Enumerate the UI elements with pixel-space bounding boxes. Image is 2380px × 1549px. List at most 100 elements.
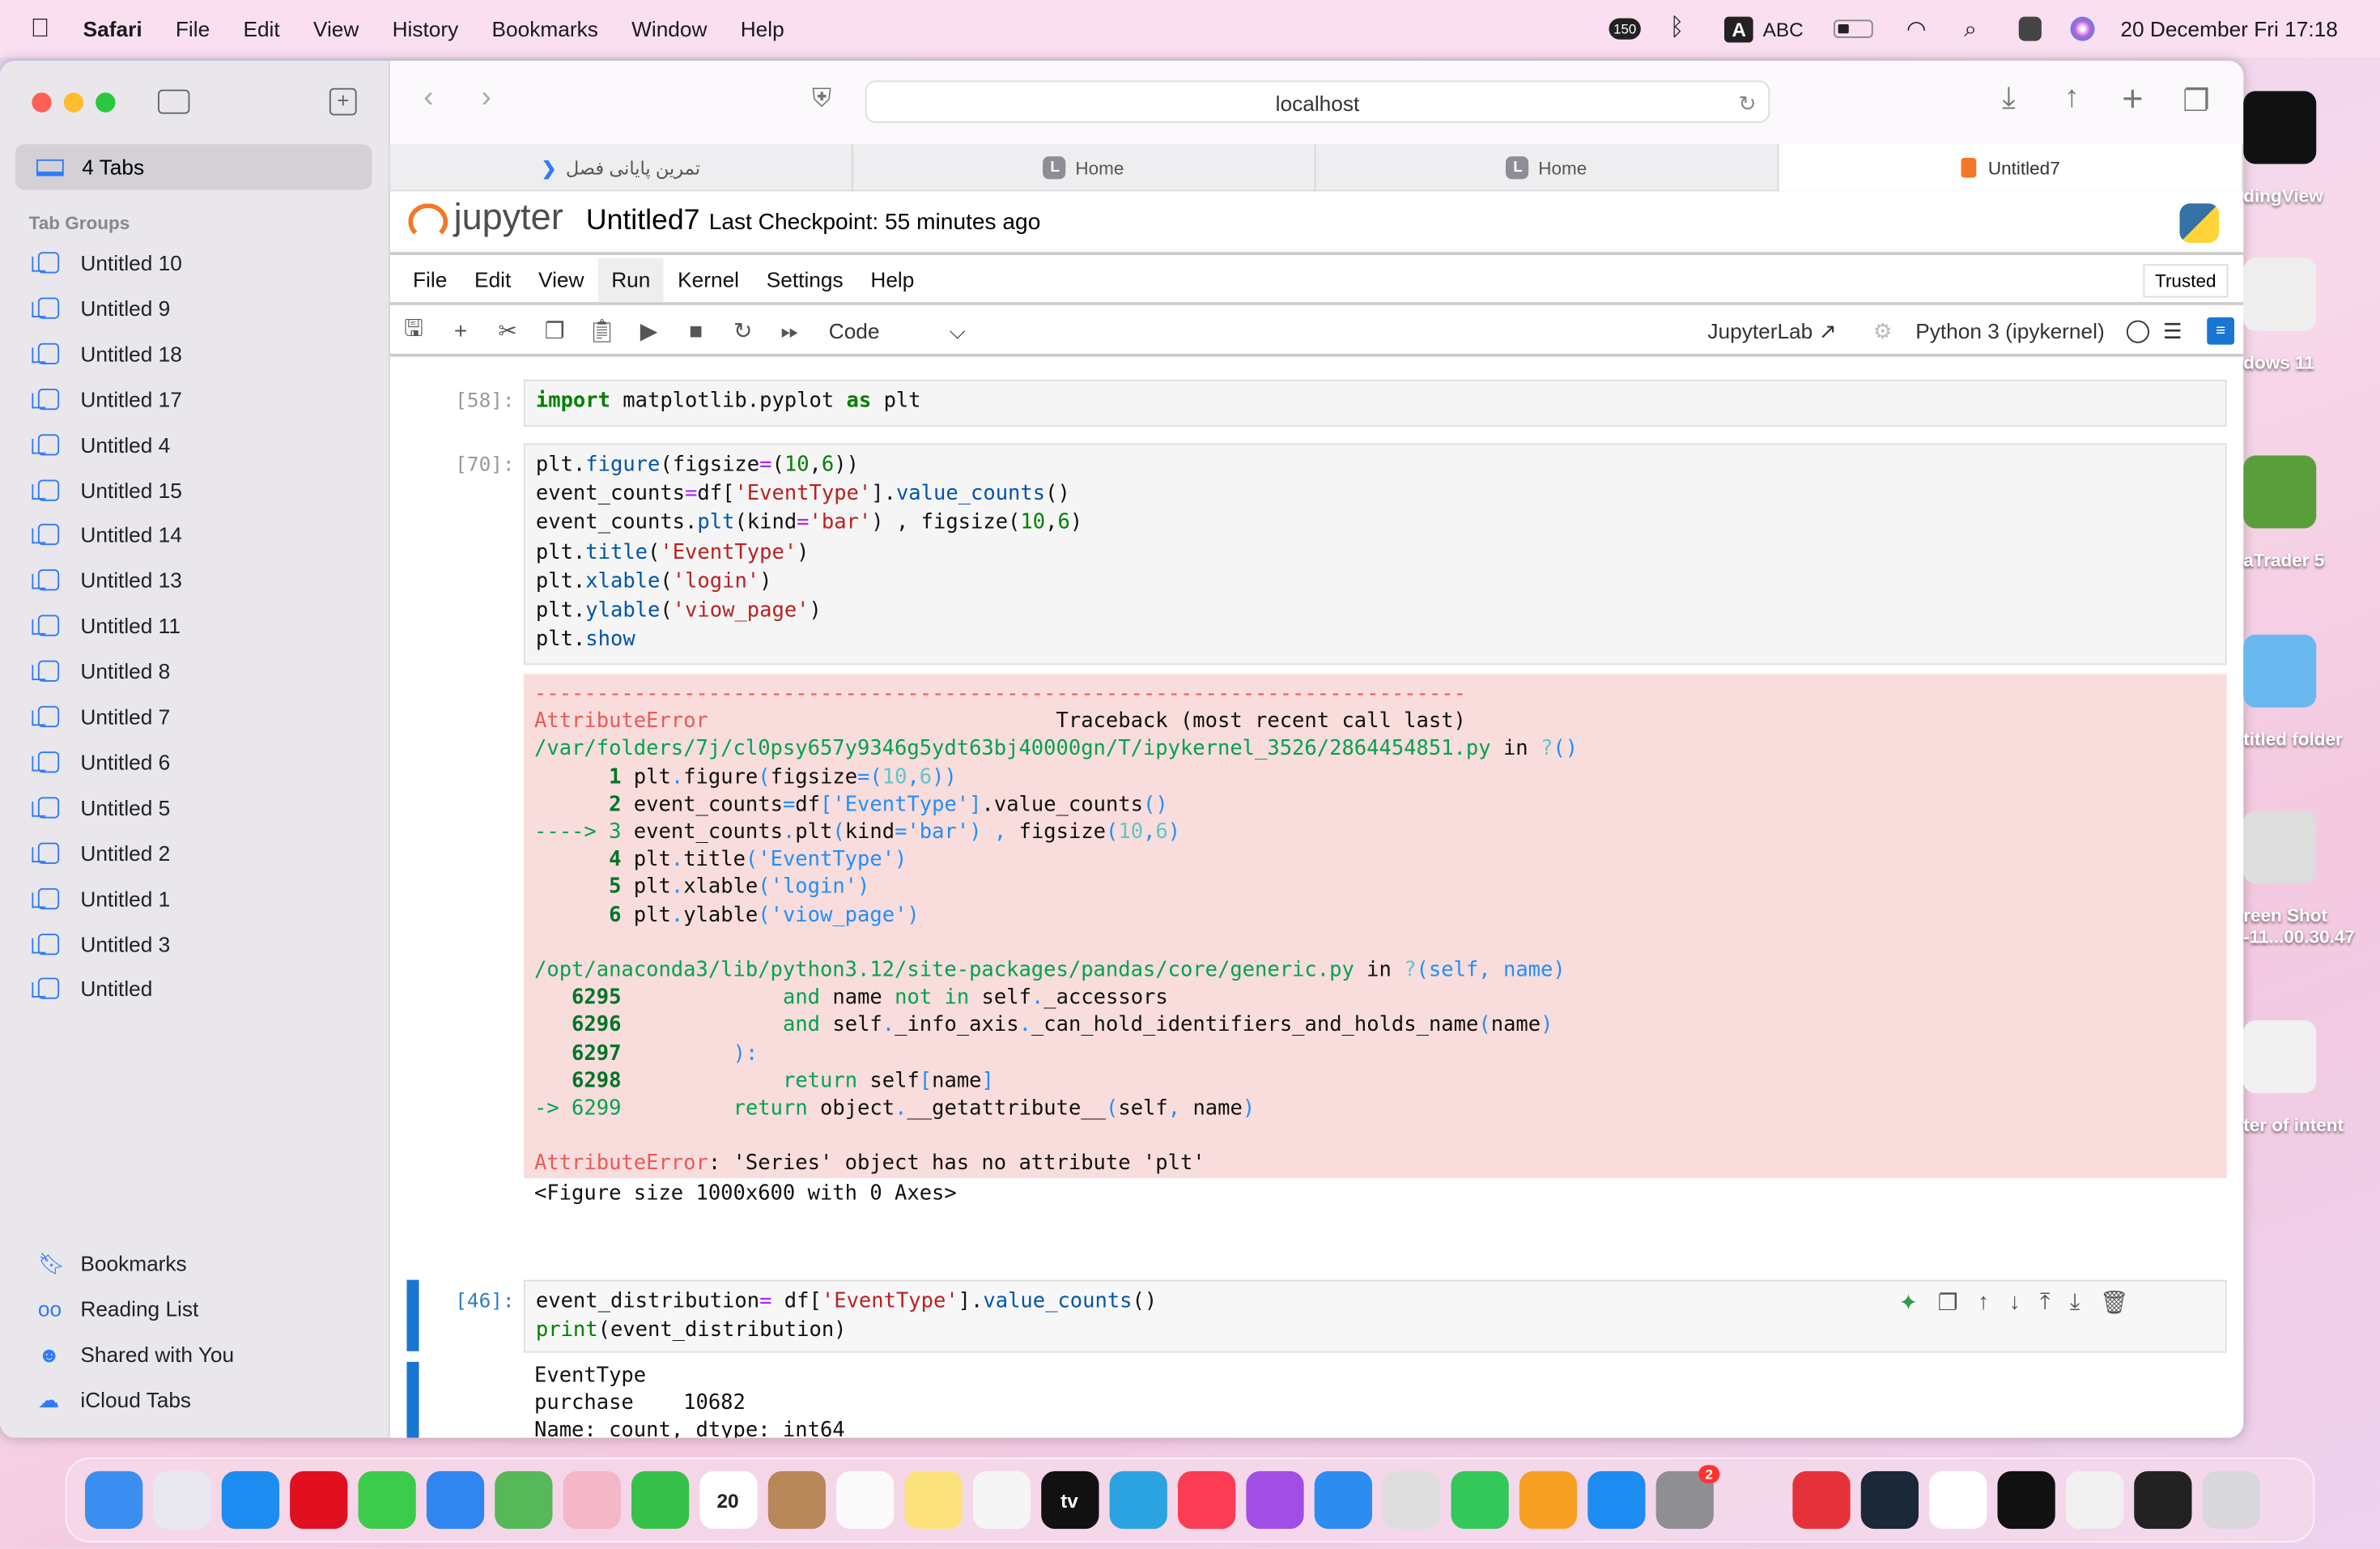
forward-button[interactable]: › (481, 80, 491, 115)
dock-app-store-icon[interactable] (1587, 1470, 1645, 1530)
save-icon[interactable]: 🖫︎ (390, 312, 437, 350)
desktop-icon-label[interactable]: dingView (2243, 185, 2323, 206)
dock-vs-code-icon[interactable] (1928, 1470, 1987, 1530)
tab-group-item[interactable]: Untitled 8 (32, 654, 170, 687)
desktop-icon-label[interactable]: dows 11 (2243, 352, 2314, 373)
debugger-icon[interactable]: ⚙ (1873, 318, 1893, 344)
sidebar-toggle-icon[interactable] (158, 89, 190, 114)
address-bar[interactable]: localhost ↻ (865, 80, 1770, 123)
tab-group-item[interactable]: Untitled 4 (32, 428, 170, 461)
ai-sparkle-icon[interactable]: ✦ (1899, 1289, 1919, 1317)
input-source[interactable]: A ABC (1724, 0, 1804, 57)
duplicate-cell-icon[interactable]: ❐ (1938, 1289, 1958, 1317)
menu-history[interactable]: History (393, 17, 459, 41)
dock-photos-icon[interactable] (562, 1470, 620, 1530)
tab-group-item[interactable]: Untitled 3 (32, 927, 170, 960)
share-icon[interactable]: ↑ (2064, 80, 2080, 115)
cut-icon[interactable]: ✂ (484, 317, 531, 345)
tab-group-item[interactable]: Untitled 5 (32, 790, 170, 823)
dock-trash-icon[interactable] (2201, 1470, 2259, 1530)
dock-contacts-icon[interactable] (767, 1470, 826, 1530)
menu-edit[interactable]: Edit (243, 17, 279, 41)
menu-app-name[interactable]: Safari (83, 17, 142, 41)
dock-terminal-icon[interactable] (1996, 1470, 2055, 1530)
code-cell-input[interactable]: plt.figure(figsize=(10,6)) event_counts=d… (523, 443, 2227, 666)
copy-icon[interactable]: ❐ (531, 317, 578, 345)
desktop-icon-label[interactable]: reen Shot -11...00.30.47 (2243, 905, 2355, 948)
desktop-icon[interactable] (2243, 1020, 2317, 1093)
menu-bookmarks[interactable]: Bookmarks (492, 17, 598, 41)
desktop-icon[interactable] (2243, 91, 2317, 164)
jupyter-logo-icon[interactable] (408, 203, 448, 240)
jmenu-view[interactable]: View (525, 258, 597, 302)
dock-tips-icon[interactable] (1382, 1470, 1440, 1530)
dock-music-icon[interactable] (1177, 1470, 1235, 1530)
tab-group-item[interactable]: Untitled 10 (32, 246, 182, 279)
tab-group-item[interactable]: Untitled 14 (32, 518, 182, 551)
tab-group-item[interactable]: Untitled 7 (32, 700, 170, 733)
jupyterlab-link[interactable]: JupyterLab ↗ (1707, 318, 1836, 344)
dock-reminders-icon[interactable] (835, 1470, 894, 1530)
property-inspector-icon[interactable]: ≡ (2207, 317, 2234, 345)
dock-mail-icon[interactable] (425, 1470, 484, 1530)
dock-numbers-icon[interactable] (1450, 1470, 1508, 1530)
tab-group-item[interactable]: Untitled 13 (32, 564, 182, 597)
dock-rocket-icon[interactable] (1723, 1471, 1781, 1529)
stop-icon[interactable]: ■ (673, 318, 720, 344)
jmenu-help[interactable]: Help (856, 258, 928, 302)
tab-group-item[interactable]: Untitled 11 (32, 609, 181, 642)
insert-below-icon[interactable]: ⤓ (2070, 1289, 2080, 1317)
new-tab-icon[interactable]: + (2122, 79, 2143, 122)
desktop-icon-label[interactable]: aTrader 5 (2243, 550, 2324, 571)
dock-messages-icon[interactable] (357, 1470, 415, 1530)
bluetooth-icon[interactable]: ᛒ (1670, 0, 1685, 57)
tab-group-item[interactable]: Untitled 15 (32, 473, 182, 506)
clock[interactable]: 20 December Fri 17:18 (2120, 0, 2337, 57)
dock-freeform-icon[interactable] (971, 1470, 1031, 1530)
sidebar-item-tabs[interactable]: 4 Tabs (15, 144, 372, 190)
move-up-icon[interactable]: ↑ (1978, 1289, 1989, 1317)
reload-icon[interactable]: ↻ (1738, 82, 1756, 125)
new-tab-group-icon[interactable]: + (329, 87, 357, 116)
sidebar-shared-with-you[interactable]: ☻ Shared with You (38, 1338, 234, 1371)
tab-group-item[interactable]: Untitled 17 (32, 382, 182, 415)
desktop-icon-label[interactable]: ter of intent (2243, 1114, 2344, 1135)
desktop-icon-label[interactable]: titled folder (2243, 729, 2343, 750)
dock-podcasts-icon[interactable] (1245, 1470, 1303, 1530)
delete-cell-icon[interactable]: 🗑︎ (2100, 1289, 2129, 1317)
desktop-icon[interactable] (2243, 634, 2317, 708)
run-icon[interactable]: ▶ (626, 317, 673, 345)
menu-lines-icon[interactable]: ☰ (2163, 318, 2182, 344)
jupyter-wordmark[interactable]: jupyter (454, 198, 563, 240)
desktop-icon[interactable] (2243, 455, 2317, 529)
tab-home-2[interactable]: L Home (1316, 144, 1779, 192)
dock-calendar-icon[interactable]: 20 (699, 1470, 757, 1530)
dock-launchpad-icon[interactable] (152, 1470, 210, 1530)
tab-group-item[interactable]: Untitled 2 (32, 836, 170, 870)
dock-recent-1-icon[interactable] (2064, 1470, 2123, 1530)
tab-group-item[interactable]: Untitled 18 (32, 337, 182, 370)
minimize-window-button[interactable] (63, 92, 84, 113)
dock-steam-icon[interactable] (1859, 1470, 1919, 1530)
trusted-indicator[interactable]: Trusted (2143, 264, 2229, 298)
dock-finder-icon[interactable] (84, 1470, 142, 1530)
dock-system-settings-icon[interactable]: 2 (1655, 1465, 1719, 1530)
desktop-icon[interactable] (2243, 257, 2317, 331)
menu-help[interactable]: Help (741, 17, 784, 41)
dock-tv-icon[interactable]: tv (1040, 1470, 1099, 1530)
cell-type-select[interactable]: Code ⌵ (829, 318, 966, 344)
tab-untitled7[interactable]: Untitled7 (1779, 144, 2244, 192)
downloads-icon[interactable]: ⤓ (2002, 82, 2016, 117)
sidebar-icloud-tabs[interactable]: ☁︎ iCloud Tabs (38, 1383, 191, 1416)
paste-icon[interactable]: 📋︎ (578, 317, 625, 345)
kernel-name[interactable]: Python 3 (ipykernel) (1915, 319, 2104, 343)
jmenu-kernel[interactable]: Kernel (664, 258, 753, 302)
jmenu-settings[interactable]: Settings (753, 258, 857, 302)
privacy-shield-icon[interactable]: ⛨ (812, 83, 831, 114)
zoom-window-button[interactable] (96, 92, 116, 113)
insert-cell-icon[interactable]: + (437, 318, 484, 344)
code-cell-input[interactable]: import matplotlib.pyplot as plt (523, 379, 2227, 427)
dock-maps-icon[interactable] (494, 1470, 552, 1530)
dock-recent-2-icon[interactable] (2133, 1470, 2191, 1530)
tab-group-item[interactable]: Untitled 9 (32, 292, 170, 325)
